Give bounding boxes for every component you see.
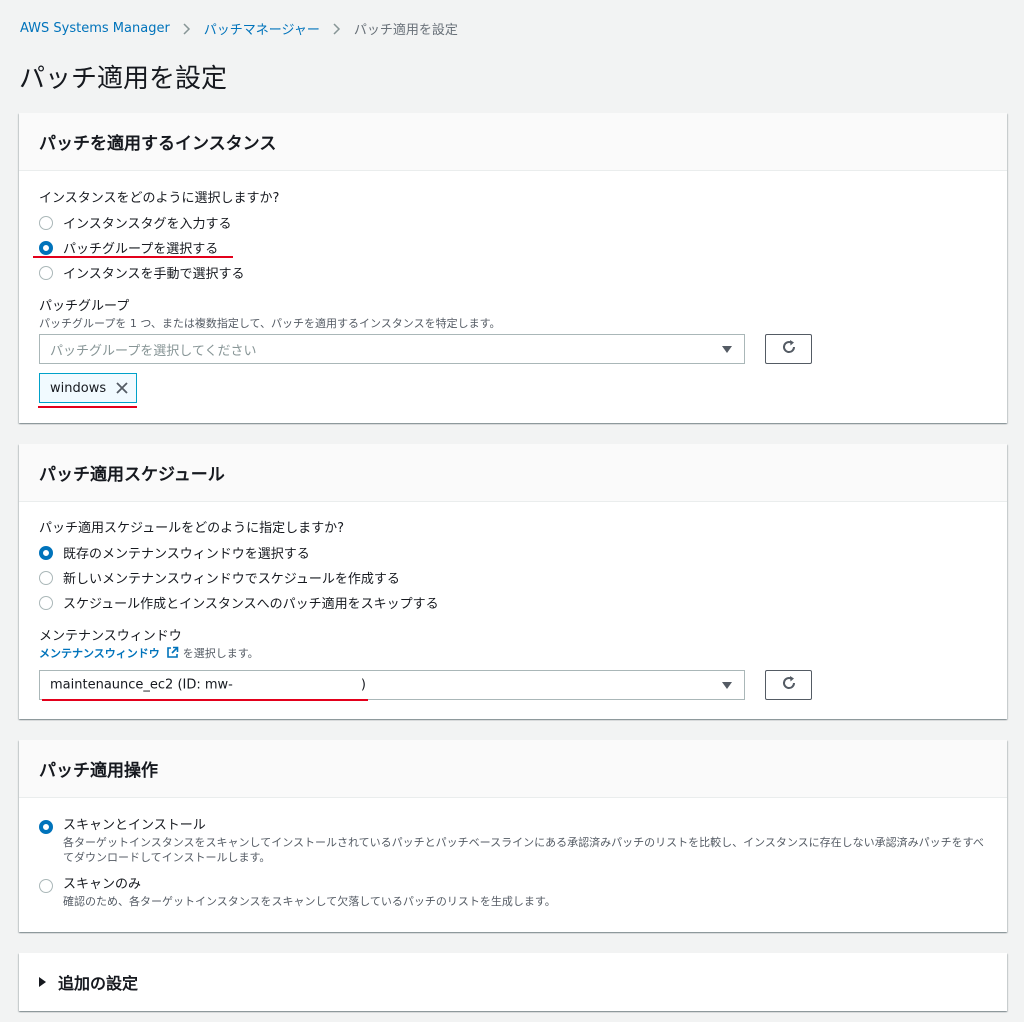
- chevron-right-icon: [333, 22, 341, 35]
- additional-settings-expander[interactable]: 追加の設定: [19, 953, 1007, 1011]
- radio-button[interactable]: [39, 570, 53, 585]
- close-icon[interactable]: [116, 382, 128, 394]
- annotation-underline: [38, 406, 137, 408]
- radio-skip-scheduling[interactable]: スケジュール作成とインスタンスへのパッチ適用をスキップする: [39, 590, 1007, 615]
- schedule-question: パッチ適用スケジュールをどのように指定しますか?: [39, 521, 344, 536]
- radio-scan-and-install[interactable]: スキャンとインストール 各ターゲットインスタンスをスキャンしてインストールされて…: [39, 817, 991, 865]
- radio-button[interactable]: [39, 595, 53, 610]
- breadcrumb-current: パッチ適用を設定: [353, 23, 458, 38]
- scan-only-description: 確認のため、各ターゲットインスタンスをスキャンして欠落しているパッチのリストを生…: [63, 895, 556, 908]
- maintenance-window-select[interactable]: maintenaunce_ec2 (ID: mw-): [39, 670, 745, 700]
- instances-panel: パッチを適用するインスタンス インスタンスをどのように選択しますか? インスタン…: [19, 113, 1007, 423]
- maintenance-window-value: maintenaunce_ec2 (ID: mw-: [50, 677, 233, 693]
- maintenance-window-description: メンテナンスウィンドウ を選択します。: [39, 646, 259, 662]
- schedule-panel: パッチ適用スケジュール パッチ適用スケジュールをどのように指定しますか? 既存の…: [19, 444, 1007, 719]
- refresh-maintenance-windows-button[interactable]: [765, 670, 812, 700]
- annotation-underline: [33, 256, 233, 258]
- maintenance-window-link[interactable]: メンテナンスウィンドウ: [39, 647, 160, 660]
- radio-existing-maintenance-window[interactable]: 既存のメンテナンスウィンドウを選択する: [39, 540, 1007, 565]
- operation-panel-title: パッチ適用操作: [19, 740, 1007, 798]
- patch-group-label: パッチグループ: [39, 299, 130, 314]
- instances-question: インスタンスをどのように選択しますか?: [39, 191, 280, 206]
- radio-button[interactable]: [39, 879, 53, 893]
- schedule-panel-title: パッチ適用スケジュール: [19, 444, 1007, 502]
- patch-group-description: パッチグループを 1 つ、または複数指定して、パッチを適用するインスタンスを特定…: [39, 317, 501, 330]
- additional-settings-panel: 追加の設定: [19, 953, 1007, 1011]
- refresh-patch-groups-button[interactable]: [765, 334, 812, 364]
- breadcrumb-patch-manager[interactable]: パッチマネージャー: [204, 19, 320, 38]
- token-label: windows: [50, 380, 107, 396]
- radio-button-selected[interactable]: [39, 240, 53, 255]
- radio-new-maintenance-window[interactable]: 新しいメンテナンスウィンドウでスケジュールを作成する: [39, 565, 1007, 590]
- patch-group-select[interactable]: パッチグループを選択してください: [39, 334, 745, 364]
- operation-panel: パッチ適用操作 スキャンとインストール 各ターゲットインスタンスをスキャンしてイ…: [19, 740, 1007, 932]
- breadcrumb: AWS Systems Manager パッチマネージャー パッチ適用を設定: [20, 19, 458, 38]
- scan-and-install-description: 各ターゲットインスタンスをスキャンしてインストールされているパッチとパッチベース…: [63, 836, 984, 864]
- external-link-icon[interactable]: [166, 646, 179, 662]
- caret-right-icon: [39, 977, 46, 987]
- redacted-id: [232, 677, 361, 693]
- caret-down-icon: [722, 682, 732, 689]
- radio-scan-only[interactable]: スキャンのみ 確認のため、各ターゲットインスタンスをスキャンして欠落しているパッ…: [39, 876, 991, 909]
- radio-button-selected[interactable]: [39, 820, 53, 834]
- chevron-right-icon: [183, 22, 191, 35]
- caret-down-icon: [722, 346, 732, 353]
- radio-button[interactable]: [39, 215, 53, 230]
- page-title: パッチ適用を設定: [19, 64, 228, 94]
- patch-group-token: windows: [39, 373, 138, 403]
- instances-panel-title: パッチを適用するインスタンス: [19, 113, 1007, 171]
- annotation-underline: [42, 699, 368, 701]
- radio-select-instances-manually[interactable]: インスタンスを手動で選択する: [39, 260, 1007, 285]
- radio-button[interactable]: [39, 265, 53, 280]
- maintenance-window-label: メンテナンスウィンドウ: [39, 629, 182, 644]
- refresh-icon: [781, 675, 797, 695]
- radio-enter-instance-tags[interactable]: インスタンスタグを入力する: [39, 210, 1007, 235]
- refresh-icon: [781, 339, 797, 359]
- radio-button-selected[interactable]: [39, 545, 53, 560]
- breadcrumb-systems-manager[interactable]: AWS Systems Manager: [20, 21, 170, 36]
